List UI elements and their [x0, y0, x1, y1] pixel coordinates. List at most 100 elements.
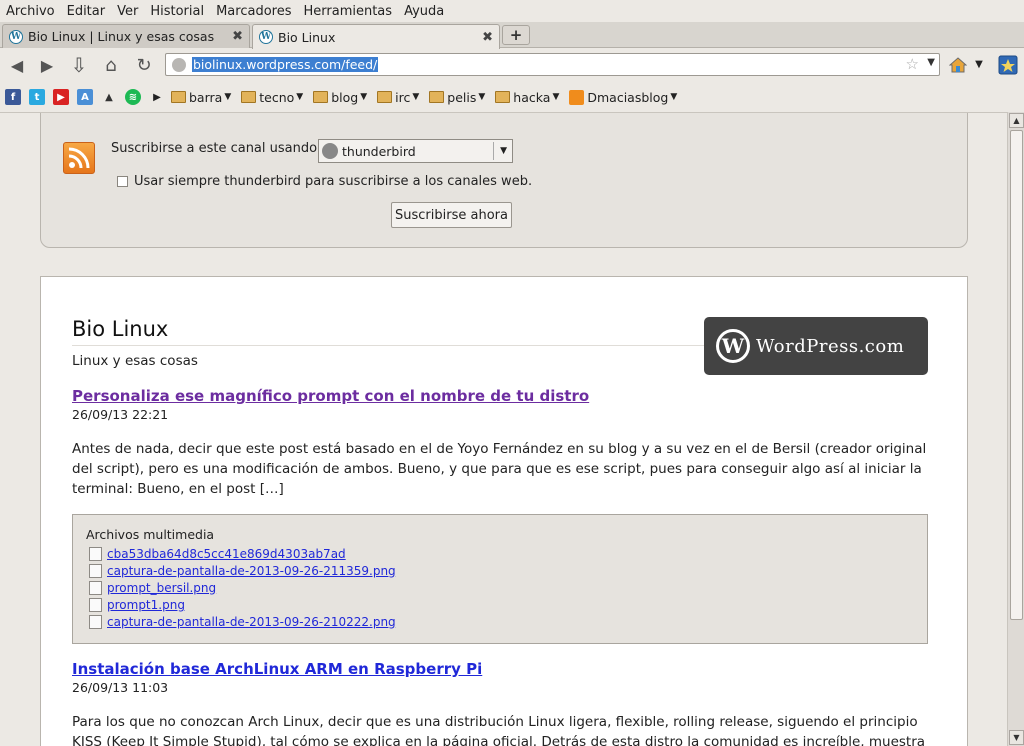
scroll-up-icon[interactable]: ▲	[1009, 113, 1024, 128]
always-use-label: Usar siempre thunderbird para suscribirs…	[134, 174, 533, 189]
tab-bio-linux-blog[interactable]: W Bio Linux | Linux y esas cosas ✖	[2, 24, 250, 48]
scrollbar-thumb[interactable]	[1010, 130, 1023, 620]
folder-label: blog	[331, 89, 359, 105]
media-heading: Archivos multimedia	[86, 527, 215, 542]
media-file-list: cba53dba64d8c5cc41e869d4303ab7ad captura…	[89, 545, 396, 630]
url-bar[interactable]: biolinux.wordpress.com/feed/ ☆ ▼	[165, 53, 940, 76]
folder-icon	[377, 91, 393, 103]
forward-arrow-icon[interactable]: ▶	[36, 54, 58, 76]
always-use-checkbox[interactable]	[117, 176, 128, 187]
document-icon	[89, 614, 102, 629]
media-file-link[interactable]: captura-de-pantalla-de-2013-09-26-210222…	[107, 615, 396, 629]
folder-icon	[495, 91, 511, 103]
new-tab-button[interactable]: +	[502, 25, 530, 45]
media-file-link[interactable]: prompt1.png	[107, 598, 185, 612]
media-file-link[interactable]: prompt_bersil.png	[107, 581, 216, 595]
media-file-item: cba53dba64d8c5cc41e869d4303ab7ad	[89, 545, 396, 562]
chevron-down-icon: ▼	[552, 92, 560, 102]
vertical-scrollbar[interactable]: ▲ ▼	[1007, 112, 1024, 746]
divider	[72, 345, 712, 346]
close-tab-icon[interactable]: ✖	[232, 29, 243, 44]
bookmark-folder-irc[interactable]: irc ▼	[377, 90, 419, 105]
folder-label: pelis	[447, 89, 477, 105]
entry-summary: Antes de nada, decir que este post está …	[72, 441, 927, 497]
media-file-item: prompt_bersil.png	[89, 579, 396, 596]
document-icon	[89, 563, 102, 578]
feed-label: Dmaciasblog	[587, 89, 669, 105]
entry-date: 26/09/13 22:21	[72, 407, 169, 422]
feed-title: Bio Linux	[72, 317, 169, 341]
wordpress-icon: W	[9, 29, 23, 44]
menu-ver[interactable]: Ver	[117, 4, 138, 19]
chevron-down-icon: ▼	[500, 146, 507, 156]
url-text[interactable]: biolinux.wordpress.com/feed/	[192, 57, 379, 72]
reader-select[interactable]: thunderbird ▼	[318, 139, 513, 163]
tab-bio-linux-feed[interactable]: W Bio Linux ✖	[252, 24, 500, 49]
media-file-link[interactable]: captura-de-pantalla-de-2013-09-26-211359…	[107, 564, 396, 578]
feed-body: Bio Linux Linux y esas cosas W WordPress…	[40, 276, 968, 746]
media-file-item: captura-de-pantalla-de-2013-09-26-210222…	[89, 613, 396, 630]
youtube-icon[interactable]: ▶	[53, 89, 69, 105]
download-arrow-icon[interactable]: ⇩	[68, 53, 90, 77]
folder-icon	[313, 91, 329, 103]
document-icon	[89, 580, 102, 595]
chevron-down-icon: ▼	[296, 92, 304, 102]
wordpress-icon: W	[716, 329, 750, 363]
translate-icon[interactable]: A	[77, 89, 93, 105]
spotify-icon[interactable]: ≋	[125, 89, 141, 105]
menu-historial[interactable]: Historial	[150, 4, 204, 19]
folder-icon	[429, 91, 445, 103]
site-identity-icon[interactable]	[172, 57, 186, 72]
menu-ayuda[interactable]: Ayuda	[404, 4, 444, 19]
wordpress-icon: W	[259, 30, 273, 44]
close-tab-icon[interactable]: ✖	[482, 30, 493, 45]
twitter-icon[interactable]: t	[29, 89, 45, 105]
subscribe-panel: Suscribirse a este canal usando thunderb…	[40, 113, 968, 248]
menu-editar[interactable]: Editar	[67, 4, 106, 19]
archlinux-icon[interactable]: ▲	[101, 89, 117, 105]
scroll-down-icon[interactable]: ▼	[1009, 730, 1024, 745]
folder-label: tecno	[259, 89, 295, 105]
play-icon[interactable]: ▶	[149, 89, 165, 105]
reload-icon[interactable]: ↻	[133, 54, 155, 76]
always-use-checkbox-row[interactable]: Usar siempre thunderbird para suscribirs…	[117, 174, 532, 189]
chevron-down-icon: ▼	[224, 92, 232, 102]
entry-summary: Para los que no conozcan Arch Linux, dec…	[72, 714, 926, 746]
tab-title: Bio Linux | Linux y esas cosas	[28, 29, 215, 44]
media-file-link[interactable]: cba53dba64d8c5cc41e869d4303ab7ad	[107, 547, 346, 561]
menu-marcadores[interactable]: Marcadores	[216, 4, 291, 19]
reader-select-value: thunderbird	[342, 143, 416, 159]
folder-icon	[241, 91, 257, 103]
bookmark-folder-hacka[interactable]: hacka ▼	[495, 90, 559, 105]
chevron-down-icon: ▼	[360, 92, 368, 102]
folder-label: barra	[189, 89, 223, 105]
document-icon	[89, 597, 102, 612]
subscribe-now-button[interactable]: Suscribirse ahora	[391, 202, 512, 228]
folder-icon	[171, 91, 186, 103]
media-file-item: captura-de-pantalla-de-2013-09-26-211359…	[89, 562, 396, 579]
menu-archivo[interactable]: Archivo	[6, 4, 55, 19]
back-arrow-icon[interactable]: ◀	[6, 54, 28, 76]
feed-subtitle: Linux y esas cosas	[72, 353, 198, 369]
wordpress-wordmark: WordPress.com	[756, 335, 905, 357]
bookmark-feed-dmaciasblog[interactable]: Dmaciasblog ▼	[569, 89, 677, 105]
home-page-icon[interactable]	[946, 53, 970, 76]
home-icon[interactable]: ⌂	[100, 54, 122, 76]
bookmark-folder-pelis[interactable]: pelis ▼	[429, 90, 485, 105]
extension-icon[interactable]	[997, 53, 1019, 76]
home-dropdown-icon[interactable]: ▼	[972, 53, 986, 76]
facebook-icon[interactable]: f	[5, 89, 21, 105]
url-history-dropdown-icon[interactable]: ▼	[927, 57, 935, 68]
bookmark-folder-blog[interactable]: blog ▼	[313, 90, 367, 105]
entry-title-link[interactable]: Personaliza ese magnífico prompt con el …	[72, 387, 589, 405]
rss-feed-icon	[569, 89, 585, 105]
wordpress-logo[interactable]: W WordPress.com	[704, 317, 928, 375]
menu-herramientas[interactable]: Herramientas	[304, 4, 393, 19]
entry-title-link[interactable]: Instalación base ArchLinux ARM en Raspbe…	[72, 660, 482, 678]
bookmark-folder-tecno[interactable]: tecno ▼	[241, 90, 303, 105]
select-divider	[493, 142, 494, 160]
bookmark-star-icon[interactable]: ☆	[906, 55, 919, 73]
subscribe-label: Suscribirse a este canal usando	[111, 141, 318, 156]
chevron-down-icon: ▼	[412, 92, 420, 102]
bookmark-folder-barra[interactable]: barra ▼	[171, 90, 231, 105]
